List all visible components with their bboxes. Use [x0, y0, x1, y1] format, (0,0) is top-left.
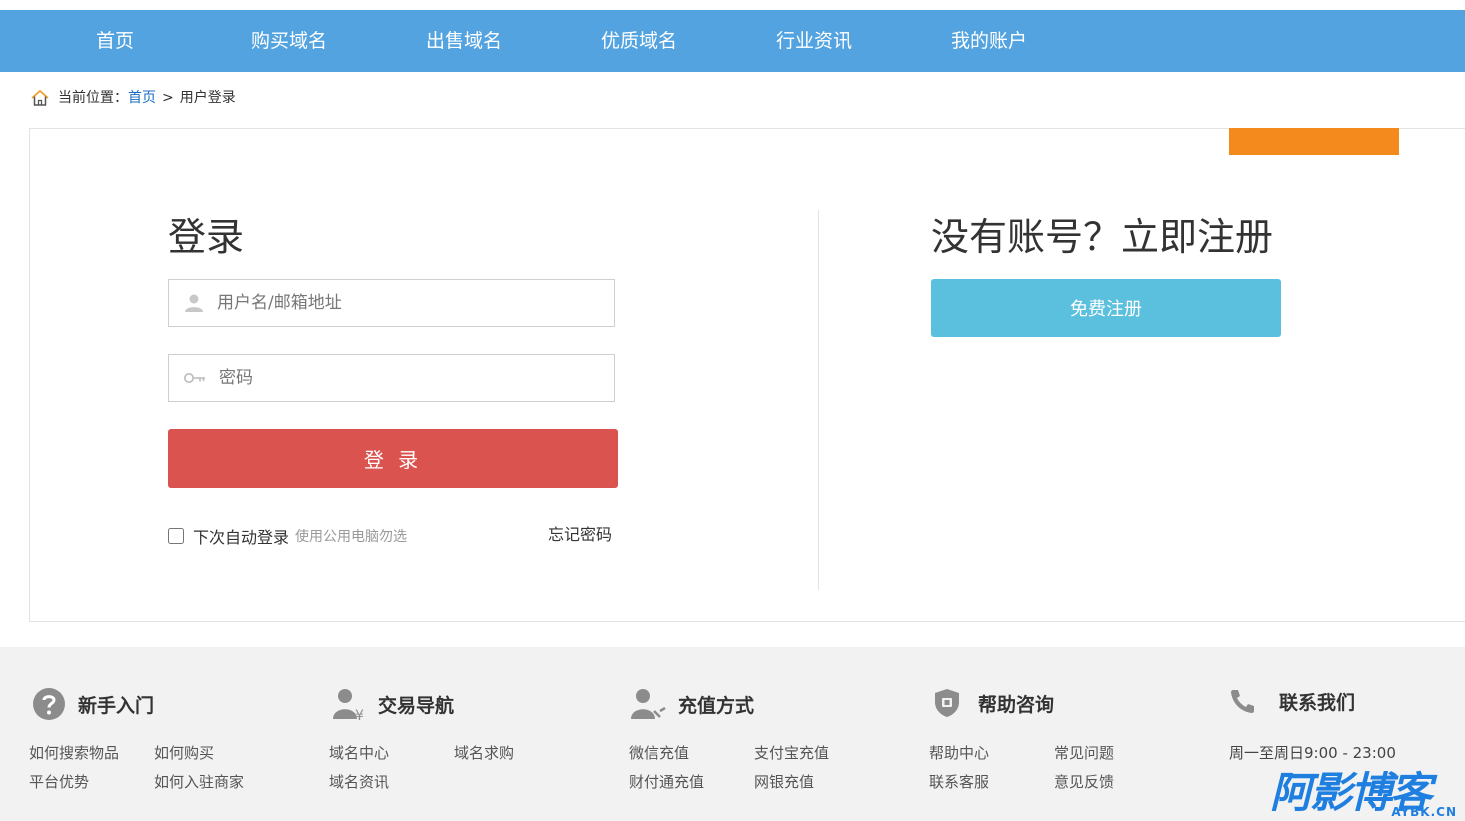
watermark: 阿影博客 AYBK.CN: [1270, 768, 1465, 821]
remember-label: 下次自动登录: [193, 528, 290, 547]
footer-link[interactable]: 常见问题: [1054, 742, 1114, 763]
nav-item-my-account[interactable]: 我的账户: [951, 10, 1027, 72]
main-nav: 首页 购买域名 出售域名 优质域名 行业资讯 我的账户: [0, 10, 1465, 72]
user-yen-icon: ¥: [333, 689, 364, 721]
nav-item-buy-domain[interactable]: 购买域名: [251, 10, 327, 72]
breadcrumb-home-link[interactable]: 首页: [128, 86, 156, 110]
service-hours: 周一至周日9:00 - 23:00: [1229, 744, 1396, 762]
user-recharge-icon: [631, 689, 666, 719]
footer: 新手入门 如何搜索物品 如何购买 平台优势 如何入驻商家 ¥ 交易导航 域名中心…: [0, 647, 1465, 821]
footer-title-trade: 交易导航: [378, 694, 455, 717]
footer-link[interactable]: 支付宝充值: [754, 742, 829, 763]
footer-link[interactable]: 如何入驻商家: [154, 771, 244, 792]
footer-heading-recharge: 充值方式: [630, 687, 754, 721]
home-icon: [31, 89, 49, 106]
footer-link[interactable]: 如何购买: [154, 742, 214, 763]
footer-heading-contact: 联系我们: [1229, 687, 1355, 715]
panel-divider: [818, 210, 819, 590]
nav-item-premium-domain[interactable]: 优质域名: [601, 10, 677, 72]
footer-heading-trade: ¥ 交易导航: [332, 687, 454, 721]
breadcrumb: 当前位置： 首页 > 用户登录: [30, 86, 236, 110]
svg-text:¥: ¥: [355, 708, 364, 721]
footer-heading-beginner: 新手入门: [32, 687, 154, 721]
footer-link[interactable]: 微信充值: [629, 742, 689, 763]
password-field[interactable]: [168, 354, 615, 402]
username-field[interactable]: [168, 279, 615, 327]
footer-link[interactable]: 意见反馈: [1054, 771, 1114, 792]
remember-checkbox[interactable]: [168, 528, 184, 544]
footer-title-help: 帮助咨询: [978, 693, 1055, 716]
nav-item-home[interactable]: 首页: [96, 10, 134, 72]
breadcrumb-separator: >: [162, 90, 174, 106]
footer-title-recharge: 充值方式: [678, 694, 755, 717]
footer-title-beginner: 新手入门: [78, 694, 155, 717]
username-input[interactable]: [217, 293, 577, 313]
footer-link[interactable]: 域名求购: [454, 742, 514, 763]
online-service-button[interactable]: [1229, 128, 1399, 155]
free-register-button[interactable]: 免费注册: [931, 279, 1281, 337]
footer-title-contact: 联系我们: [1279, 691, 1356, 714]
phone-icon: [1231, 690, 1254, 713]
footer-link[interactable]: 平台优势: [29, 771, 89, 792]
watermark-sub: AYBK.CN: [1391, 805, 1457, 819]
shield-icon: [935, 689, 959, 717]
question-circle-icon: [33, 688, 65, 720]
footer-link[interactable]: 网银充值: [754, 771, 814, 792]
remember-hint: 使用公用电脑勿选: [295, 529, 408, 545]
footer-link[interactable]: 如何搜索物品: [29, 742, 119, 763]
footer-link[interactable]: 财付通充值: [629, 771, 704, 792]
forgot-password-link[interactable]: 忘记密码: [548, 524, 612, 546]
nav-item-industry-news[interactable]: 行业资讯: [776, 10, 852, 72]
login-title: 登录: [168, 215, 245, 259]
user-icon: [185, 294, 203, 312]
footer-link[interactable]: 域名资讯: [329, 771, 389, 792]
register-title: 没有账号？立即注册: [931, 215, 1274, 259]
footer-link[interactable]: 域名中心: [329, 742, 389, 763]
footer-heading-help: 帮助咨询: [932, 687, 1054, 719]
footer-link[interactable]: 帮助中心: [929, 742, 989, 763]
footer-link[interactable]: 联系客服: [929, 771, 989, 792]
key-icon: [184, 373, 205, 383]
nav-item-sell-domain[interactable]: 出售域名: [426, 10, 502, 72]
password-input[interactable]: [219, 368, 579, 388]
login-button[interactable]: 登 录: [168, 429, 618, 488]
breadcrumb-prefix: 当前位置：: [58, 90, 128, 106]
top-strip: [0, 0, 1465, 10]
breadcrumb-current: 用户登录: [179, 90, 236, 106]
remember-me[interactable]: 下次自动登录 使用公用电脑勿选: [168, 524, 407, 548]
